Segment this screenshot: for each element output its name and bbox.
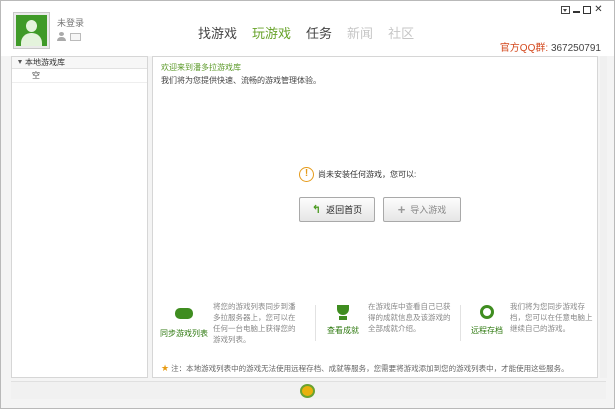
feature-caption[interactable]: 同步游戏列表	[159, 328, 209, 339]
default-user-icon	[16, 15, 47, 46]
nav-find-games[interactable]: 找游戏	[198, 23, 237, 42]
user-status-icons	[57, 32, 81, 42]
main-nav: 找游戏 玩游戏 任务 新闻 社区	[198, 23, 429, 42]
app-logo-icon[interactable]	[300, 384, 315, 398]
window-controls: ✕	[561, 5, 603, 15]
qq-group-info: 官方QQ群: 367250791	[500, 39, 601, 54]
nav-news: 新闻	[347, 26, 374, 41]
qq-group-label: 官方QQ群:	[499, 43, 549, 54]
nav-tasks[interactable]: 任务	[306, 23, 332, 42]
main-panel: 欢迎来到潘多拉游戏库 我们将为您提供快速、流畅的游戏管理体验。 ! 尚未安装任何…	[152, 56, 598, 378]
feature-caption[interactable]: 查看成就	[323, 325, 363, 336]
avatar[interactable]	[13, 12, 50, 49]
tree-root-label: 本地游戏库	[25, 58, 65, 67]
footnote-text: 注：本地游戏列表中的游戏无法使用远程存档、成就等服务，您需要将游戏添加到您的游戏…	[171, 364, 569, 373]
star-icon: ★	[161, 363, 170, 373]
empty-notice: ! 尚未安装任何游戏，您可以:	[299, 167, 416, 182]
return-home-button[interactable]: ↰ 返回首页	[299, 197, 375, 222]
info-icon: !	[299, 167, 314, 182]
scrollbar[interactable]	[600, 56, 607, 378]
feature-sync-list: 同步游戏列表 将您的游戏列表同步到潘多拉服务器上，您可以在任何一台电脑上获得您的…	[159, 301, 307, 347]
feature-description: 我们将为您同步游戏存档，您可以在任意电脑上继续自己的游戏。	[510, 302, 593, 333]
return-arrow-icon: ↰	[311, 204, 322, 216]
qq-group-number: 367250791	[550, 43, 601, 54]
user-icon[interactable]	[57, 32, 66, 41]
nav-play-games[interactable]: 玩游戏	[252, 23, 291, 42]
feature-cloud-save: 远程存档 我们将为您同步游戏存档，您可以在任意电脑上继续自己的游戏。	[467, 301, 597, 347]
login-status[interactable]: 未登录	[57, 16, 84, 29]
gamepad-icon	[175, 308, 193, 324]
divider	[315, 305, 316, 341]
feature-description: 在游戏库中查看自己已获得的成就信息及该游戏的全部成就介绍。	[368, 302, 451, 333]
expand-arrow-icon[interactable]	[18, 60, 22, 64]
plus-icon: +	[397, 202, 406, 217]
sidebar: 本地游戏库 空	[11, 56, 148, 378]
footnote: ★ 注：本地游戏列表中的游戏无法使用远程存档、成就等服务，您需要将游戏添加到您的…	[161, 363, 569, 374]
feature-list: 同步游戏列表 将您的游戏列表同步到潘多拉服务器上，您可以在任何一台电脑上获得您的…	[153, 301, 597, 351]
notice-text: 尚未安装任何游戏，您可以:	[318, 170, 417, 179]
feature-achievements: 查看成就 在游戏库中查看自己已获得的成就信息及该游戏的全部成就介绍。	[323, 301, 471, 347]
minimize-icon[interactable]	[573, 11, 580, 13]
header: 未登录 找游戏 玩游戏 任务 新闻 社区 ✕ 官方QQ群: 367250791	[1, 1, 614, 56]
tree-item-empty[interactable]: 空	[12, 69, 147, 83]
menu-icon[interactable]	[561, 5, 570, 14]
import-games-label: 导入游戏	[410, 205, 447, 215]
close-icon[interactable]: ✕	[594, 5, 603, 15]
feature-description: 将您的游戏列表同步到潘多拉服务器上，您可以在任何一台电脑上获得您的游戏列表。	[213, 302, 296, 344]
app-window: 未登录 找游戏 玩游戏 任务 新闻 社区 ✕ 官方QQ群: 367250791 …	[0, 0, 615, 409]
divider	[460, 305, 461, 341]
welcome-title: 欢迎来到潘多拉游戏库	[161, 63, 241, 72]
cloud-save-icon	[478, 305, 496, 321]
nav-community: 社区	[388, 26, 415, 41]
feature-caption[interactable]: 远程存档	[467, 325, 507, 336]
mail-icon[interactable]	[70, 33, 81, 41]
tree-root-local-library[interactable]: 本地游戏库	[12, 57, 147, 69]
maximize-icon[interactable]	[583, 5, 591, 14]
import-games-button[interactable]: + 导入游戏	[383, 197, 461, 222]
return-home-label: 返回首页	[326, 205, 363, 215]
welcome-subtitle: 我们将为您提供快速、流畅的游戏管理体验。	[161, 76, 321, 85]
trophy-icon	[334, 305, 352, 321]
status-bar	[11, 381, 606, 399]
